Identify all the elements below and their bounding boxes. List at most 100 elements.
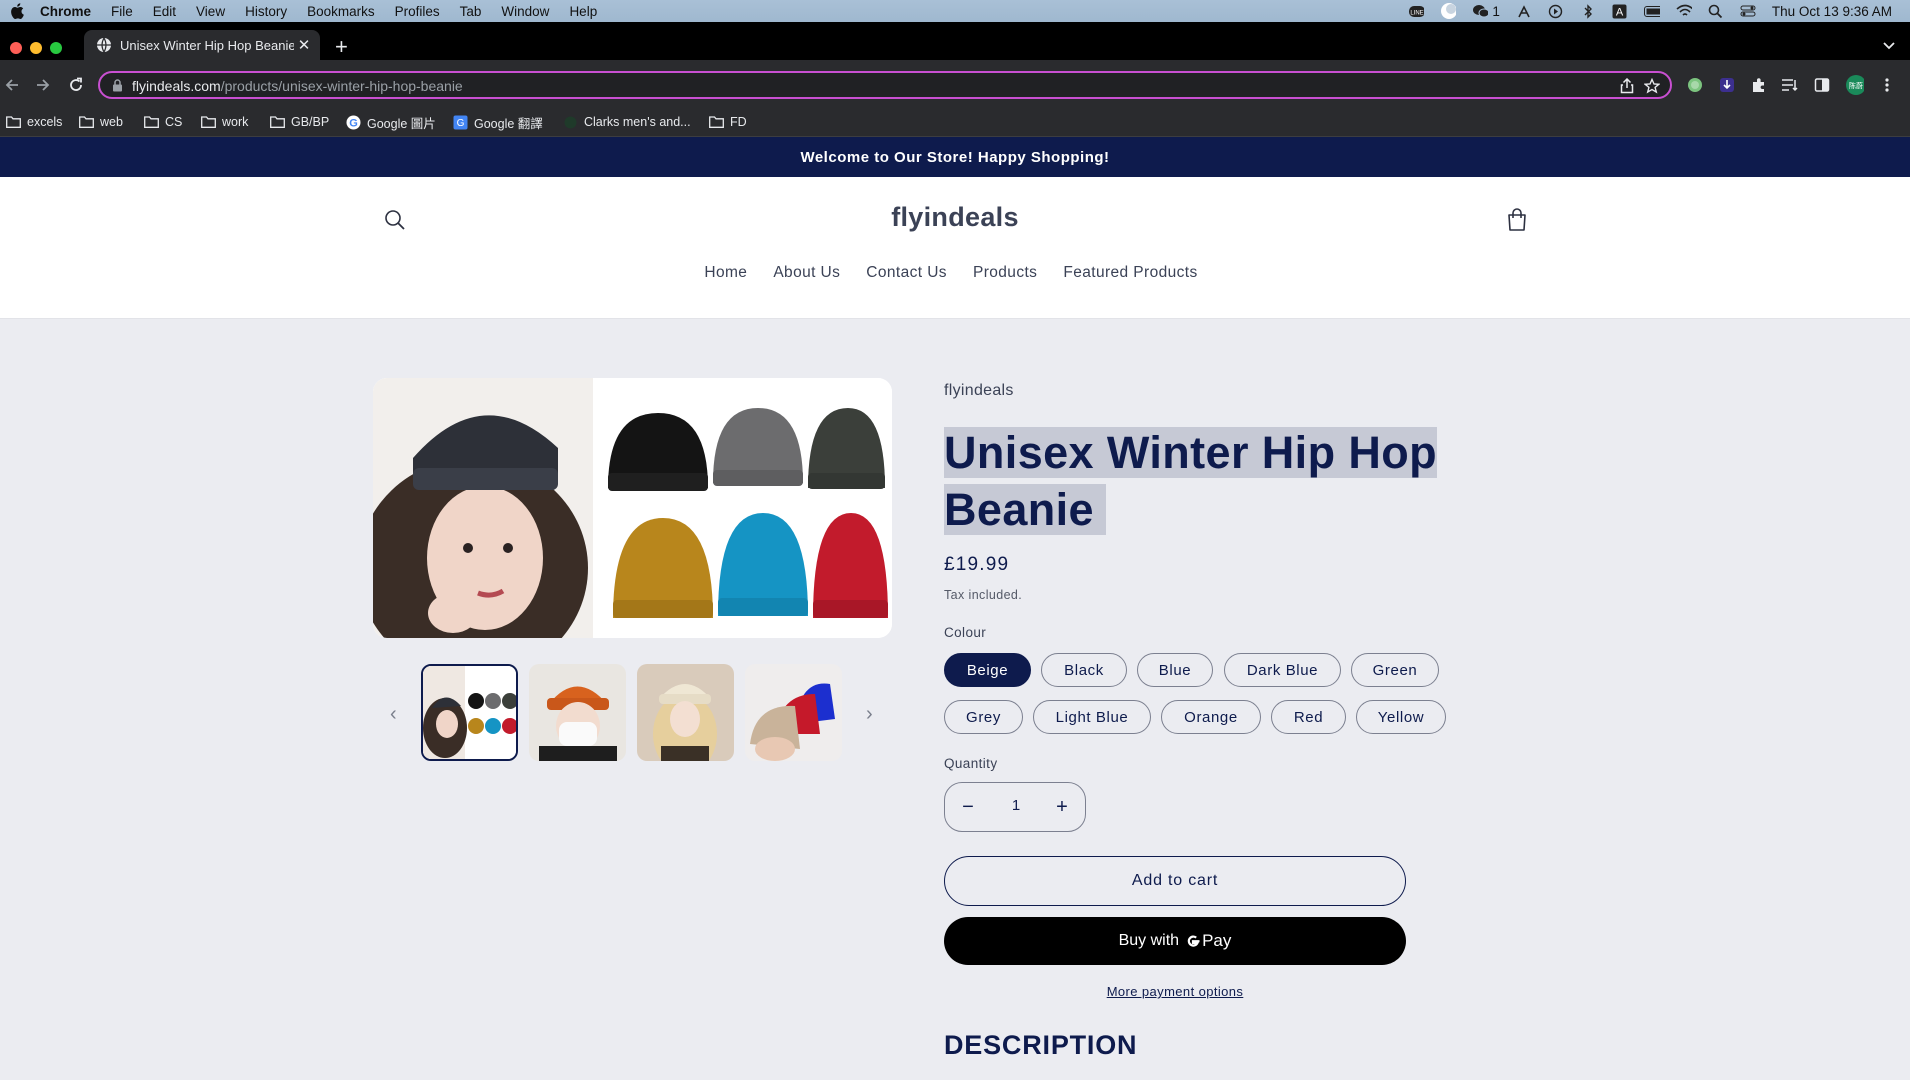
colour-option-grey[interactable]: Grey bbox=[944, 700, 1023, 734]
menu-window[interactable]: Window bbox=[501, 4, 549, 19]
buy-with-gpay-button[interactable]: Buy with Pay bbox=[944, 917, 1406, 965]
bookmark-label: Clarks men's and... bbox=[584, 115, 691, 129]
url-text[interactable]: flyindeals.com/products/unisex-winter-hi… bbox=[132, 78, 463, 94]
bookmark-star-icon[interactable] bbox=[1643, 77, 1661, 99]
address-bar[interactable]: flyindeals.com/products/unisex-winter-hi… bbox=[98, 71, 1672, 99]
quantity-input[interactable]: 1 bbox=[1001, 797, 1031, 814]
add-to-cart-button[interactable]: Add to cart bbox=[944, 856, 1406, 906]
tab-title: Unisex Winter Hip Hop Beanie bbox=[120, 37, 294, 53]
product-thumbnail-1[interactable] bbox=[421, 664, 518, 761]
bookmark-clarks[interactable]: Clarks men's and... bbox=[563, 110, 691, 134]
nav-contact-us[interactable]: Contact Us bbox=[866, 264, 947, 282]
product-vendor[interactable]: flyindeals bbox=[944, 382, 1014, 400]
menu-edit[interactable]: Edit bbox=[153, 4, 176, 19]
browser-tab-active[interactable]: Unisex Winter Hip Hop Beanie ✕ bbox=[84, 30, 320, 60]
bookmark-google-images[interactable]: G Google 圖片 bbox=[346, 110, 436, 134]
google-pay-logo: Pay bbox=[1185, 931, 1231, 951]
forward-arrow-icon[interactable] bbox=[33, 75, 53, 95]
colour-option-black[interactable]: Black bbox=[1041, 653, 1127, 687]
nav-about-us[interactable]: About Us bbox=[773, 264, 840, 282]
colour-option-beige[interactable]: Beige bbox=[944, 653, 1031, 687]
tab-search-dropdown-icon[interactable] bbox=[1882, 38, 1896, 56]
close-window-button[interactable] bbox=[10, 42, 22, 54]
moon-icon[interactable] bbox=[1440, 3, 1457, 19]
menu-tab[interactable]: Tab bbox=[460, 4, 482, 19]
main-navigation: Home About Us Contact Us Products Featur… bbox=[0, 264, 1910, 282]
menu-profiles[interactable]: Profiles bbox=[395, 4, 440, 19]
folder-icon bbox=[6, 116, 21, 128]
colour-option-dark-blue[interactable]: Dark Blue bbox=[1224, 653, 1341, 687]
extension-circle-icon[interactable] bbox=[1686, 76, 1704, 94]
colour-option-orange[interactable]: Orange bbox=[1161, 700, 1261, 734]
google-g-icon: G bbox=[346, 115, 361, 129]
tab-close-icon[interactable]: ✕ bbox=[294, 36, 314, 54]
cart-icon[interactable] bbox=[1503, 206, 1531, 239]
menu-view[interactable]: View bbox=[196, 4, 225, 19]
chrome-menu-kebab-icon[interactable] bbox=[1878, 76, 1896, 94]
colour-option-light-blue[interactable]: Light Blue bbox=[1033, 700, 1151, 734]
wifi-icon[interactable] bbox=[1676, 4, 1692, 18]
input-source-icon[interactable]: A bbox=[1612, 4, 1628, 18]
control-center-icon[interactable] bbox=[1740, 5, 1756, 18]
thumbnail-prev-chevron-icon[interactable]: ‹ bbox=[390, 703, 397, 726]
colour-option-green[interactable]: Green bbox=[1351, 653, 1439, 687]
extensions-puzzle-icon[interactable] bbox=[1750, 76, 1768, 94]
product-main-image[interactable] bbox=[373, 378, 892, 638]
quantity-minus-button[interactable]: − bbox=[957, 795, 979, 819]
reload-icon[interactable] bbox=[66, 75, 86, 95]
more-payment-options-link[interactable]: More payment options bbox=[944, 984, 1406, 999]
thumbnail-next-chevron-icon[interactable]: › bbox=[866, 703, 873, 726]
bluetooth-icon[interactable] bbox=[1580, 3, 1596, 19]
menu-help[interactable]: Help bbox=[569, 4, 597, 19]
nav-featured-products[interactable]: Featured Products bbox=[1063, 264, 1197, 282]
profile-avatar[interactable]: 陈蔚 bbox=[1846, 75, 1864, 95]
new-tab-button[interactable]: + bbox=[335, 36, 348, 58]
minimize-window-button[interactable] bbox=[30, 42, 42, 54]
mac-menubar: Chrome File Edit View History Bookmarks … bbox=[0, 0, 1910, 22]
bookmark-web[interactable]: web bbox=[79, 110, 123, 134]
line-app-icon[interactable]: LINE bbox=[1408, 5, 1425, 18]
reading-list-icon[interactable] bbox=[1781, 76, 1799, 94]
store-logo[interactable]: flyindeals bbox=[0, 202, 1910, 233]
battery-icon[interactable] bbox=[1643, 5, 1660, 18]
lock-icon[interactable] bbox=[112, 79, 123, 97]
menu-file[interactable]: File bbox=[111, 4, 133, 19]
download-extension-icon[interactable] bbox=[1718, 76, 1736, 94]
menu-app-chrome[interactable]: Chrome bbox=[40, 4, 91, 19]
tax-note: Tax included. bbox=[944, 588, 1023, 602]
apple-icon[interactable] bbox=[10, 3, 26, 19]
nav-products[interactable]: Products bbox=[973, 264, 1037, 282]
menu-history[interactable]: History bbox=[245, 4, 287, 19]
zoom-window-button[interactable] bbox=[50, 42, 62, 54]
spotlight-search-icon[interactable] bbox=[1708, 4, 1724, 18]
url-path: /products/unisex-winter-hip-hop-beanie bbox=[220, 78, 463, 94]
menubar-clock[interactable]: Thu Oct 13 9:36 AM bbox=[1772, 4, 1892, 19]
quantity-plus-button[interactable]: + bbox=[1051, 795, 1073, 819]
side-panel-icon[interactable] bbox=[1813, 76, 1831, 94]
back-arrow-icon[interactable] bbox=[2, 75, 22, 95]
menu-bookmarks[interactable]: Bookmarks bbox=[307, 4, 375, 19]
bookmark-work[interactable]: work bbox=[201, 110, 248, 134]
bookmark-excels[interactable]: excels bbox=[6, 110, 62, 134]
nav-home[interactable]: Home bbox=[704, 264, 747, 282]
colour-option-yellow[interactable]: Yellow bbox=[1356, 700, 1446, 734]
play-circle-icon[interactable] bbox=[1548, 4, 1564, 18]
share-icon[interactable] bbox=[1620, 77, 1634, 99]
bookmark-fd[interactable]: FD bbox=[709, 110, 747, 134]
bookmark-cs[interactable]: CS bbox=[144, 110, 182, 134]
product-thumbnail-4[interactable] bbox=[745, 664, 842, 761]
store-header bbox=[0, 177, 1910, 319]
folder-icon bbox=[709, 116, 724, 128]
clarks-favicon-icon bbox=[564, 116, 577, 128]
bookmark-label: Google 圖片 bbox=[367, 116, 436, 131]
product-thumbnail-2[interactable] bbox=[529, 664, 626, 761]
wechat-icon[interactable] bbox=[1472, 5, 1489, 18]
colour-option-red[interactable]: Red bbox=[1271, 700, 1346, 734]
colour-option-blue[interactable]: Blue bbox=[1137, 653, 1213, 687]
bookmark-gb-bp[interactable]: GB/BP bbox=[270, 110, 329, 134]
bookmark-google-translate[interactable]: G Google 翻譯 bbox=[453, 110, 543, 134]
radio-tower-icon[interactable] bbox=[1516, 5, 1532, 18]
wechat-status: 1 bbox=[1472, 4, 1500, 19]
bookmark-label: Google 翻譯 bbox=[474, 116, 543, 131]
product-thumbnail-3[interactable] bbox=[637, 664, 734, 761]
